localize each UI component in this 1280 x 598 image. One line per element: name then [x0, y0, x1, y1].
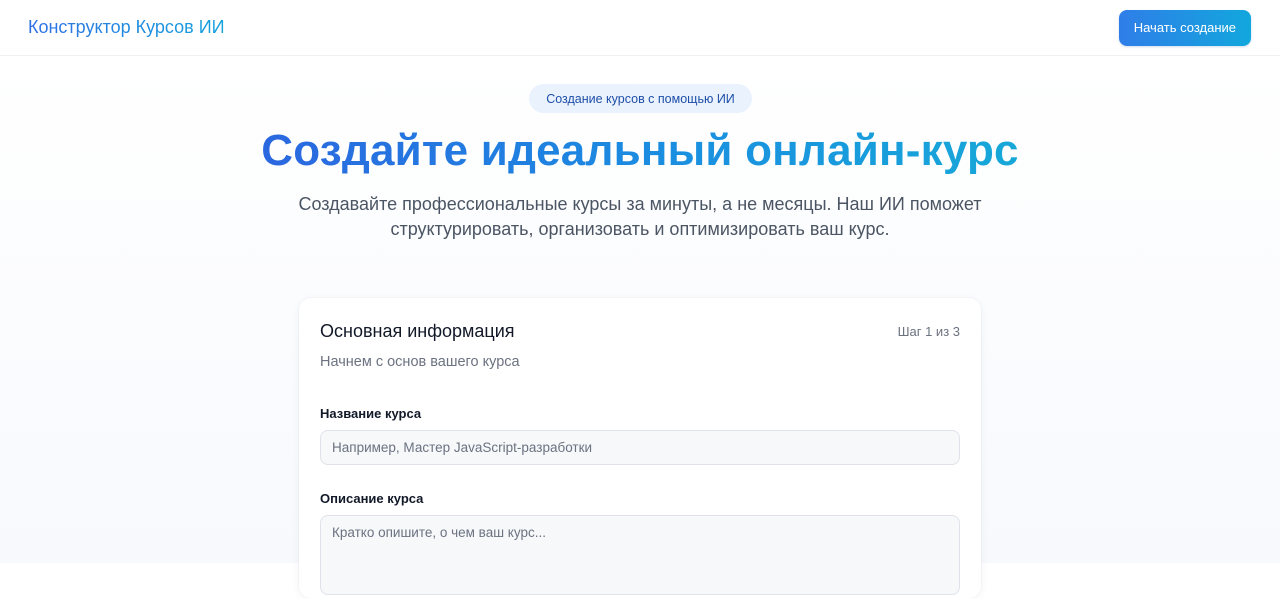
hero-subtitle-line-2: структурировать, организовать и оптимизи… [390, 219, 890, 239]
hero-subtitle: Создавайте профессиональные курсы за мин… [290, 192, 990, 242]
brand-logo-text[interactable]: Конструктор Курсов ИИ [28, 17, 225, 38]
hero-section: Создание курсов с помощью ИИ Создайте ид… [0, 57, 1280, 598]
hero-title: Создайте идеальный онлайн-курс [0, 121, 1280, 181]
start-creation-button[interactable]: Начать создание [1118, 9, 1251, 46]
feature-badge: Создание курсов с помощью ИИ [529, 84, 752, 113]
hero-title-text: Создайте идеальный онлайн-курс [261, 126, 1019, 175]
step-indicator: Шаг 1 из 3 [897, 324, 960, 339]
course-description-textarea[interactable] [320, 515, 960, 595]
card-description: Начнем с основ вашего курса [320, 354, 520, 370]
course-name-label: Название курса [320, 406, 422, 421]
top-navbar: Конструктор Курсов ИИ Начать создание [0, 0, 1280, 56]
course-name-input[interactable] [320, 430, 960, 465]
course-basic-info-card: Основная информация Шаг 1 из 3 Начнем с … [299, 298, 981, 598]
course-description-label: Описание курса [320, 491, 424, 506]
hero-subtitle-line-1: Создавайте профессиональные курсы за мин… [298, 194, 982, 214]
card-title: Основная информация [320, 321, 515, 341]
